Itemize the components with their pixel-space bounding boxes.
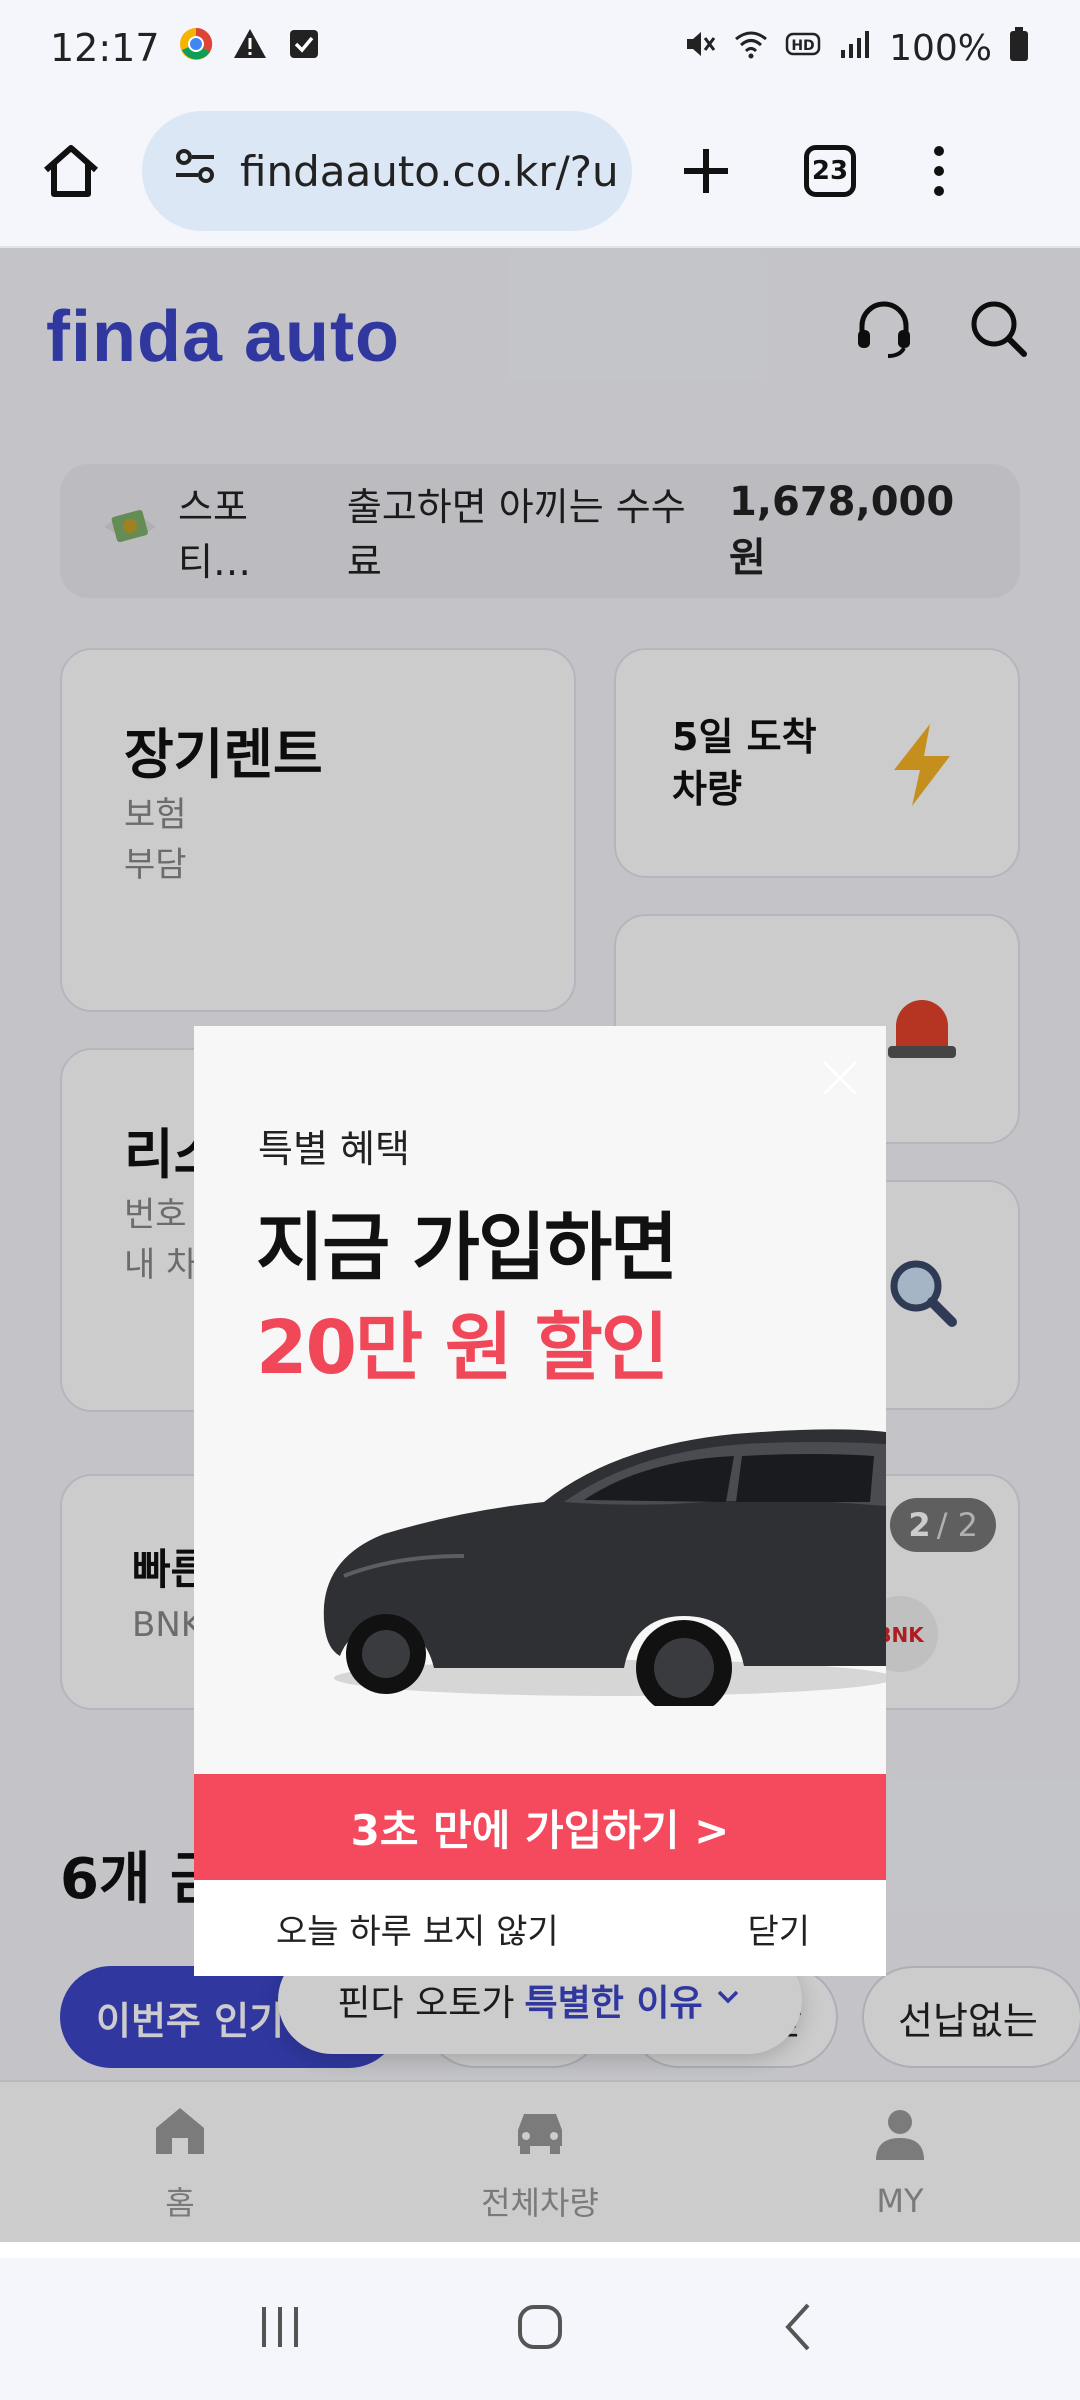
close-icon[interactable]	[818, 1056, 862, 1100]
modal-headline: 지금 가입하면	[256, 1205, 678, 1291]
url-text: findaauto.co.kr/?u	[240, 146, 619, 196]
chrome-app-icon	[178, 26, 214, 71]
signal-icon	[837, 26, 873, 71]
battery-percent: 100%	[889, 27, 992, 69]
modal-footer: 오늘 하루 보지 않기 닫기	[194, 1880, 886, 1976]
recent-apps-icon[interactable]	[250, 2297, 310, 2361]
browser-toolbar: findaauto.co.kr/?u 23	[0, 96, 1080, 248]
system-navigation-bar	[0, 2258, 1080, 2400]
url-bar[interactable]: findaauto.co.kr/?u	[142, 111, 632, 231]
car-image	[314, 1406, 886, 1716]
tab-switcher-button[interactable]: 23	[804, 145, 856, 197]
wifi-icon	[733, 26, 769, 71]
close-button[interactable]: 닫기	[747, 1904, 810, 1953]
status-time: 12:17	[50, 26, 160, 70]
menu-button[interactable]	[924, 141, 954, 201]
modal-kicker: 특별 혜택	[258, 1127, 410, 1171]
signup-promo-modal: 특별 혜택 지금 가입하면 20만 원 할인 3초 만에 가입하기 > 오늘 하…	[194, 1026, 886, 1976]
checkbox-notification-icon	[286, 26, 322, 71]
home-circle-icon[interactable]	[510, 2297, 570, 2361]
home-button[interactable]	[36, 136, 106, 206]
battery-icon	[1008, 26, 1030, 71]
status-bar: 12:17 HD 100%	[0, 0, 1080, 96]
back-icon[interactable]	[770, 2297, 830, 2361]
warning-icon	[232, 26, 268, 71]
mute-icon	[681, 26, 717, 71]
dont-show-today-button[interactable]: 오늘 하루 보지 않기	[276, 1904, 559, 1953]
site-settings-icon[interactable]	[170, 141, 220, 201]
modal-discount: 20만 원 할인	[256, 1305, 669, 1391]
svg-text:HD: HD	[791, 38, 814, 54]
hd-icon: HD	[785, 26, 821, 71]
web-page: finda auto 스포티… 출고하면 아끼는 수수료 1,678,000원 …	[0, 248, 1080, 2242]
new-tab-button[interactable]	[676, 141, 736, 201]
signup-cta-button[interactable]: 3초 만에 가입하기 >	[194, 1774, 886, 1880]
tab-count: 23	[804, 145, 856, 197]
